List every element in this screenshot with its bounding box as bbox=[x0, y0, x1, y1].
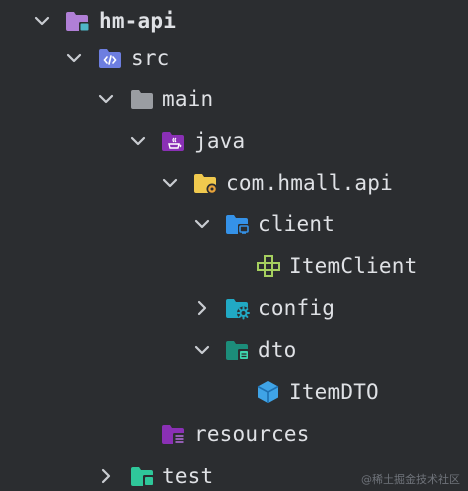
folder-icon bbox=[130, 87, 154, 111]
chevron-down-icon[interactable] bbox=[32, 11, 52, 31]
tree-item-label: java bbox=[194, 129, 246, 153]
config-package-icon bbox=[225, 296, 250, 320]
java-source-root-icon bbox=[161, 129, 185, 153]
chevron-right-icon[interactable] bbox=[96, 466, 116, 486]
client-package-icon bbox=[225, 212, 250, 236]
tree-item-resources[interactable]: resources bbox=[0, 413, 468, 455]
tree-item-src[interactable]: src bbox=[0, 37, 468, 79]
module-folder-icon bbox=[65, 9, 90, 33]
interface-class-icon bbox=[256, 254, 280, 278]
chevron-down-icon[interactable] bbox=[96, 89, 116, 109]
tree-item-config[interactable]: config bbox=[0, 287, 468, 329]
tree-item-label: client bbox=[258, 212, 336, 236]
test-root-icon bbox=[130, 464, 155, 488]
chevron-down-icon[interactable] bbox=[192, 340, 212, 360]
tree-item-label: com.hmall.api bbox=[226, 171, 393, 195]
tree-item-client[interactable]: client bbox=[0, 203, 468, 245]
tree-item-label: dto bbox=[258, 338, 297, 362]
chevron-down-icon[interactable] bbox=[160, 173, 180, 193]
source-folder-icon bbox=[98, 46, 122, 70]
chevron-down-icon[interactable] bbox=[128, 131, 148, 151]
dto-package-icon bbox=[225, 338, 250, 362]
tree-item-itemclient[interactable]: ItemClient bbox=[0, 245, 468, 287]
tree-item-label: config bbox=[258, 296, 336, 320]
tree-item-label: resources bbox=[194, 422, 310, 446]
tree-item-label: hm-api bbox=[99, 9, 177, 33]
chevron-down-icon[interactable] bbox=[64, 48, 84, 68]
tree-item-label: test bbox=[162, 464, 214, 488]
tree-item-java[interactable]: java bbox=[0, 120, 468, 162]
dto-class-icon bbox=[256, 380, 280, 404]
tree-item-dto[interactable]: dto bbox=[0, 329, 468, 371]
chevron-right-icon[interactable] bbox=[192, 298, 212, 318]
watermark: @稀土掘金技术社区 bbox=[361, 473, 460, 486]
resources-root-icon bbox=[161, 422, 186, 446]
tree-item-hm-api[interactable]: hm-api bbox=[0, 0, 468, 42]
tree-item-label: main bbox=[162, 87, 214, 111]
tree-item-label: ItemClient bbox=[289, 254, 418, 278]
tree-item-com-hmall-api[interactable]: com.hmall.api bbox=[0, 162, 468, 204]
chevron-down-icon[interactable] bbox=[192, 214, 212, 234]
project-tree: hm-api src main java com.hmall.api clien… bbox=[0, 0, 468, 491]
tree-item-main[interactable]: main bbox=[0, 78, 468, 120]
tree-item-itemdto[interactable]: ItemDTO bbox=[0, 371, 468, 413]
tree-item-label: src bbox=[131, 46, 170, 70]
package-folder-icon bbox=[193, 171, 218, 195]
tree-item-label: ItemDTO bbox=[289, 380, 379, 404]
